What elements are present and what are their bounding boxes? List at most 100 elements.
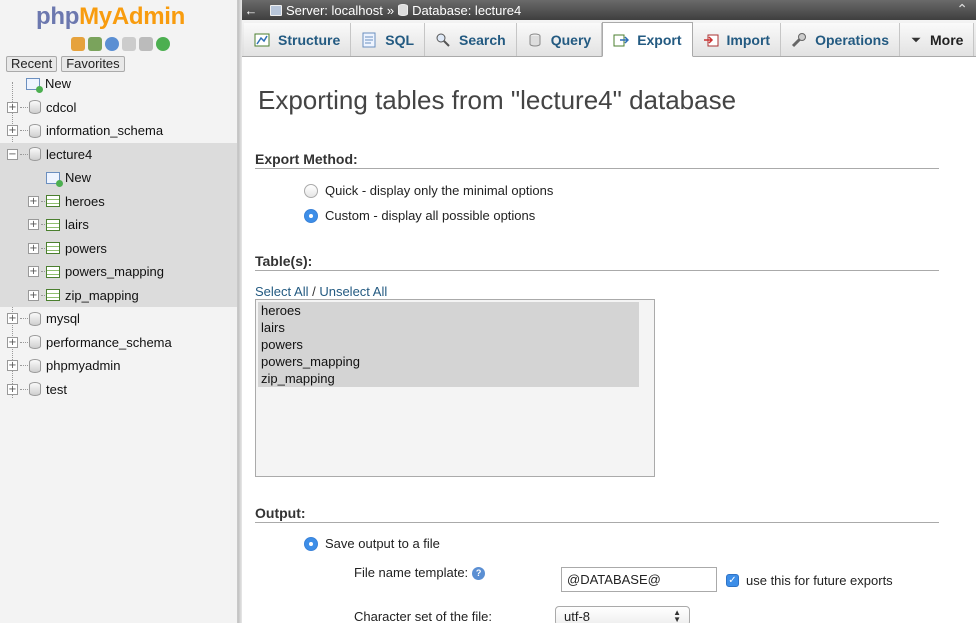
help-icon[interactable] — [105, 37, 119, 51]
expand-icon[interactable]: + — [7, 313, 18, 325]
reload-icon[interactable] — [156, 37, 170, 51]
exit-icon[interactable] — [88, 37, 102, 51]
table-option[interactable]: powers — [258, 336, 639, 353]
database-icon — [29, 335, 41, 350]
expand-icon[interactable]: + — [7, 336, 18, 348]
operations-icon — [792, 32, 807, 47]
tree-item-table[interactable]: + lairs — [0, 213, 237, 237]
export-method-quick-option[interactable]: Quick - display only the minimal options — [304, 183, 553, 198]
tree-item-label: powers — [65, 240, 107, 256]
tab-label: Query — [550, 31, 592, 48]
recent-favorites-tabs: Recent Favorites — [6, 56, 125, 72]
connector — [41, 294, 45, 296]
tree-item-label: New — [45, 76, 72, 92]
tables-listbox[interactable]: heroes lairs powers powers_mapping zip_m… — [255, 299, 655, 477]
tree-item-table[interactable]: + powers — [0, 236, 237, 260]
tree-item-lecture4[interactable]: − lecture4 — [0, 142, 237, 166]
expand-icon[interactable]: + — [28, 289, 39, 301]
tab-export[interactable]: Export — [602, 22, 693, 57]
recent-tab[interactable]: Recent — [6, 56, 58, 72]
table-option[interactable]: powers_mapping — [258, 353, 639, 370]
server-icon — [270, 4, 282, 16]
connector — [20, 153, 28, 155]
expand-icon[interactable]: + — [28, 242, 39, 254]
expand-icon[interactable]: + — [7, 360, 18, 372]
settings-icon[interactable] — [139, 37, 153, 51]
table-option[interactable]: lairs — [258, 319, 639, 336]
tree-item-phpmyadmin[interactable]: + phpmyadmin — [0, 354, 237, 378]
table-option[interactable]: zip_mapping — [258, 370, 639, 387]
export-icon — [613, 34, 630, 46]
tab-sql[interactable]: SQL — [351, 23, 426, 56]
expand-icon[interactable]: + — [28, 195, 39, 207]
tab-label: Operations — [815, 31, 889, 48]
tree-item-information-schema[interactable]: + information_schema — [0, 119, 237, 143]
tree-item-mysql[interactable]: + mysql — [0, 307, 237, 331]
database-icon — [29, 382, 41, 397]
collapse-icon[interactable]: ⌃ — [956, 1, 968, 18]
query-icon — [529, 33, 541, 47]
use-for-future-exports-option[interactable]: ✓ use this for future exports — [726, 573, 893, 588]
phpmyadmin-logo[interactable]: phpMyAdmin — [36, 3, 185, 31]
favorites-tab[interactable]: Favorites — [61, 56, 125, 72]
table-option[interactable]: heroes — [258, 302, 639, 319]
tree-item-label: lecture4 — [46, 146, 93, 162]
custom-radio[interactable] — [304, 208, 318, 223]
custom-radio-label: Custom - display all possible options — [325, 208, 536, 223]
tab-operations[interactable]: Operations — [781, 23, 900, 56]
use-for-future-checkbox[interactable]: ✓ — [726, 574, 739, 587]
tables-heading: Table(s): — [255, 253, 939, 271]
navigation-sidebar: phpMyAdmin Recent Favorites New + cdcol … — [0, 0, 238, 623]
unselect-all-link[interactable]: Unselect All — [319, 284, 387, 299]
file-name-template-input[interactable] — [561, 567, 717, 592]
connector — [20, 106, 28, 108]
quick-radio-label: Quick - display only the minimal options — [325, 183, 554, 198]
table-selection-links: Select All / Unselect All — [255, 284, 387, 299]
expand-icon[interactable]: + — [7, 125, 18, 137]
tree-item-label: phpmyadmin — [46, 358, 121, 374]
tab-label: Structure — [278, 31, 341, 48]
charset-select[interactable]: utf-8 ▲ ▼ — [555, 606, 690, 623]
logo-my: My — [79, 3, 112, 30]
use-for-future-label: use this for future exports — [746, 573, 893, 588]
save-to-file-label: Save output to a file — [325, 536, 440, 551]
tab-more[interactable]: More — [900, 23, 975, 56]
expand-icon[interactable]: + — [7, 101, 18, 113]
home-icon[interactable] — [71, 37, 85, 51]
structure-icon — [254, 33, 270, 46]
new-icon — [46, 171, 63, 187]
tree-item-cdcol[interactable]: + cdcol — [0, 96, 237, 120]
back-arrow-icon[interactable]: ← — [242, 3, 260, 18]
save-to-file-option[interactable]: Save output to a file — [304, 536, 440, 551]
tab-label: Import — [726, 31, 771, 48]
tree-item-label: New — [65, 170, 92, 186]
export-method-custom-option[interactable]: Custom - display all possible options — [304, 208, 535, 223]
connector — [20, 341, 28, 343]
link-divider: / — [308, 284, 320, 299]
tree-item-table[interactable]: + zip_mapping — [0, 283, 237, 307]
docs-icon[interactable] — [122, 37, 136, 51]
tree-item-label: mysql — [46, 311, 80, 327]
tree-item-table[interactable]: + powers_mapping — [0, 260, 237, 284]
expand-icon[interactable]: + — [28, 219, 39, 231]
tab-search[interactable]: Search — [425, 23, 517, 56]
tree-item-new-db[interactable]: New — [0, 72, 237, 96]
expand-icon[interactable]: + — [7, 383, 18, 395]
breadcrumb-server[interactable]: Server: localhost — [270, 3, 383, 18]
connector — [20, 365, 28, 367]
tab-query[interactable]: Query — [516, 23, 603, 56]
help-icon[interactable]: ? — [472, 567, 486, 581]
expand-icon[interactable]: + — [28, 266, 39, 278]
tree-item-new-table[interactable]: New — [0, 166, 237, 190]
save-to-file-radio[interactable] — [304, 536, 318, 551]
tab-structure[interactable]: Structure — [244, 23, 352, 56]
breadcrumb-database[interactable]: Database: lecture4 — [398, 3, 521, 18]
quick-radio[interactable] — [304, 183, 318, 198]
collapse-icon[interactable]: − — [7, 148, 18, 160]
tree-item-test[interactable]: + test — [0, 378, 237, 402]
tree-item-performance-schema[interactable]: + performance_schema — [0, 331, 237, 355]
select-all-link[interactable]: Select All — [255, 284, 308, 299]
tree-item-table[interactable]: + heroes — [0, 189, 237, 213]
tree-item-label: performance_schema — [46, 334, 172, 350]
tab-import[interactable]: Import — [692, 23, 782, 56]
